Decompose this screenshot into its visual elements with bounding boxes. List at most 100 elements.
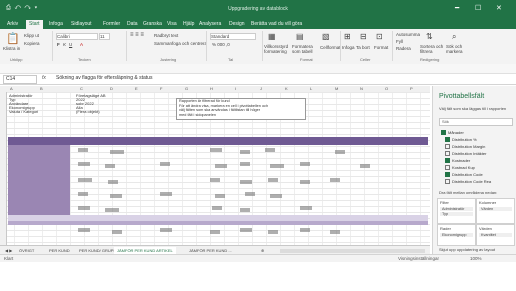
font-size-select[interactable]: 11 [99, 33, 110, 40]
cell-value[interactable] [78, 162, 90, 166]
worksheet-grid[interactable]: Administratör Företagsläge AB Typ 2022 A… [0, 92, 430, 245]
column-header[interactable]: O [385, 86, 388, 91]
field-checkbox[interactable]: Distribution Intäkter [445, 151, 486, 157]
column-header[interactable]: H [210, 86, 213, 91]
zone-item[interactable]: Ekonomigrupp [440, 233, 473, 237]
name-box[interactable]: C14 [3, 75, 37, 84]
cell-value[interactable] [108, 180, 118, 184]
maximize-icon[interactable]: ☐ [475, 4, 481, 12]
cell-value[interactable] [110, 150, 124, 154]
cell-value[interactable] [240, 180, 252, 184]
cell-value[interactable] [78, 148, 88, 152]
format-table-icon[interactable]: ▤ [296, 32, 304, 41]
delete-cells-icon[interactable]: ⊟ [360, 32, 367, 41]
column-header[interactable]: B [40, 86, 43, 91]
cell-value[interactable] [300, 228, 310, 232]
cell-value[interactable] [210, 230, 220, 234]
filters-zone[interactable]: Filter Administratör Typ [437, 198, 476, 224]
cell-value[interactable] [360, 164, 370, 168]
cell-value[interactable] [240, 208, 250, 212]
minimize-icon[interactable]: ━ [455, 4, 459, 12]
zone-item[interactable]: Värden [479, 207, 512, 211]
cell-value[interactable] [160, 192, 172, 196]
column-header[interactable]: J [260, 86, 262, 91]
cell-value[interactable] [160, 228, 172, 232]
cell-value[interactable] [300, 180, 310, 184]
tab-view[interactable]: Visa [164, 21, 180, 27]
cell-value[interactable] [240, 162, 250, 166]
close-icon[interactable]: ✕ [496, 4, 502, 12]
values-zone[interactable]: Värden Kvantitet [476, 224, 515, 246]
cell-value[interactable] [268, 178, 278, 182]
sheet-tab[interactable]: PER KUND [46, 247, 73, 254]
autosum-button[interactable]: Autosumma [396, 32, 420, 37]
column-header[interactable]: C [80, 86, 83, 91]
merge-center-button[interactable]: Sammanfoga och centrera [154, 41, 207, 46]
cell-value[interactable] [245, 192, 255, 196]
cell-value[interactable] [110, 194, 122, 198]
cell-value[interactable] [210, 178, 220, 182]
tab-help[interactable]: Hjälp [180, 21, 197, 27]
delete-cells-button[interactable]: Ta bort [356, 45, 370, 50]
field-checkbox[interactable]: Distribution Code [445, 172, 483, 178]
paste-icon[interactable]: 📋 [6, 32, 20, 45]
tab-review[interactable]: Granska [140, 21, 165, 27]
paste-button[interactable]: Klistra in [3, 46, 20, 51]
number-format-select[interactable]: Standard [210, 33, 256, 40]
format-cells-button[interactable]: Format [374, 45, 388, 50]
column-header[interactable]: N [360, 86, 363, 91]
columns-zone[interactable]: Kolumner Värden [476, 198, 515, 224]
font-color-button[interactable]: A [80, 42, 83, 47]
cell-value[interactable] [105, 164, 115, 168]
column-header[interactable]: P [410, 86, 413, 91]
cell-value[interactable] [240, 150, 250, 154]
tab-data[interactable]: Data [124, 21, 141, 27]
sheet-tab[interactable]: JÄMFÖR PER KUND ... [186, 247, 235, 254]
sort-filter-icon[interactable]: ⇅ [426, 32, 433, 41]
find-icon[interactable]: ⌕ [452, 32, 456, 42]
column-header[interactable]: A [10, 86, 13, 91]
zone-item[interactable]: Kvantitet [479, 233, 512, 237]
field-checkbox[interactable]: Distribution % [445, 137, 477, 143]
cut-button[interactable]: Klipp ut [24, 33, 39, 38]
cell-styles-button[interactable]: Cellformat [320, 45, 341, 50]
currency-icon[interactable]: % 000 ,0 [212, 42, 230, 47]
cell-value[interactable] [335, 150, 345, 154]
column-header[interactable]: M [335, 86, 338, 91]
insert-cells-button[interactable]: Infoga [342, 45, 355, 50]
tab-analyze[interactable]: Analysera [196, 21, 224, 27]
tab-page-layout[interactable]: Sidlayout [68, 21, 95, 27]
column-header[interactable]: L [310, 86, 312, 91]
rows-zone[interactable]: Rader Ekonomigrupp [437, 224, 476, 246]
font-name-select[interactable]: Calibri [56, 33, 98, 40]
cell-value[interactable] [270, 164, 284, 168]
field-checkbox[interactable]: Kostnad Kup [445, 165, 475, 171]
cell-value[interactable] [78, 178, 92, 182]
column-header[interactable]: E [135, 86, 138, 91]
cell-value[interactable] [240, 228, 252, 232]
cell-value[interactable] [300, 162, 310, 166]
format-table-button[interactable]: Formatera som tabell [292, 44, 320, 55]
cell-value[interactable] [268, 230, 278, 234]
formula-input[interactable]: Sökning av flagga för eftersläpning & st… [56, 75, 152, 81]
column-header[interactable]: F [160, 86, 162, 91]
field-search-input[interactable]: Sök [439, 118, 513, 126]
underline-button[interactable]: U [69, 42, 72, 47]
cell-styles-icon[interactable]: ▧ [322, 32, 330, 41]
field-checkbox[interactable]: Distribution Code Rea [445, 179, 491, 185]
display-settings-button[interactable]: Visningsinställningar [398, 256, 439, 261]
conditional-format-icon[interactable]: ▦ [268, 32, 276, 41]
tab-design[interactable]: Design [226, 21, 248, 27]
sheet-tab[interactable]: ÖVRIGT [16, 247, 37, 254]
filter-value[interactable]: (Flera objekt) [76, 109, 100, 114]
align-icon[interactable]: ≡ ≡ ≡ [130, 32, 144, 38]
tab-home[interactable]: Start [26, 20, 43, 29]
sort-filter-button[interactable]: Sortera och filtrera [420, 44, 444, 55]
tab-formulas[interactable]: Formler [100, 21, 123, 27]
wrap-text-button[interactable]: Radbryt text [154, 33, 178, 38]
cell-value[interactable] [210, 148, 222, 152]
copy-button[interactable]: Kopiera [24, 41, 40, 46]
tab-file[interactable]: Arkiv [4, 21, 21, 27]
field-checkbox[interactable]: Distribution Margin [445, 144, 485, 150]
cell-value[interactable] [112, 230, 122, 234]
